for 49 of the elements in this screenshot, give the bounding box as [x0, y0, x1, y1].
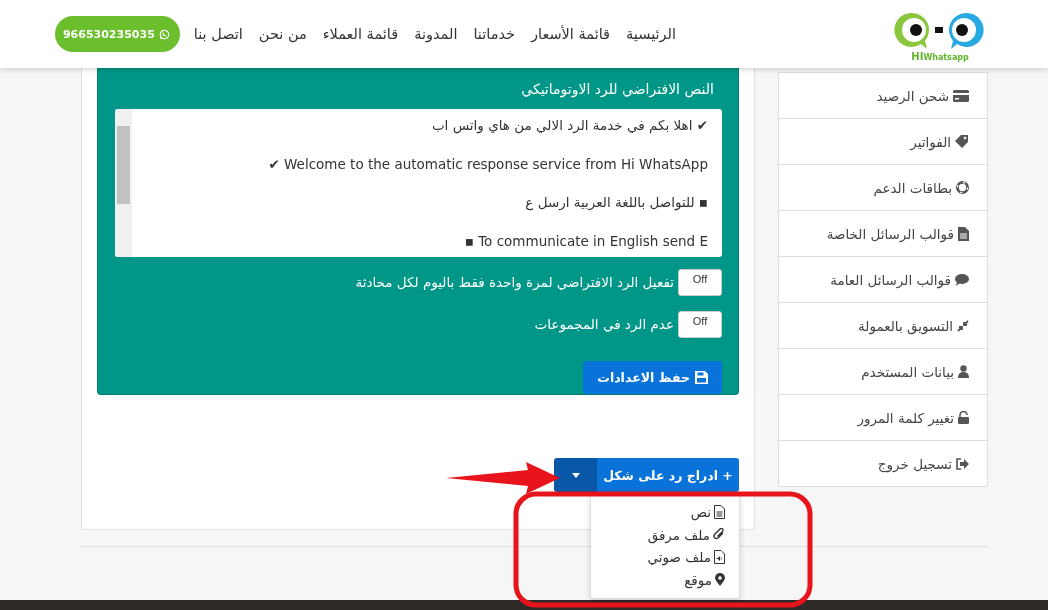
toggle-switch[interactable]: Off [678, 268, 722, 296]
insert-reply-button[interactable]: + ادراج رد على شكل [597, 458, 739, 492]
sidebar-item[interactable]: قوالب الرسائل الخاصة [778, 211, 988, 257]
paperclip-icon [713, 528, 725, 542]
nav-link[interactable]: الرئيسية [626, 26, 676, 42]
message-line: Welcome to the automatic response service from Hi WhatsApp ✔ [267, 154, 708, 174]
document-icon [714, 505, 725, 520]
menu-item[interactable]: موقع [591, 568, 739, 591]
nav-link[interactable]: خدماتنا [473, 26, 516, 42]
credit-card-icon [953, 89, 969, 102]
message-line: ▪ للتواصل باللغة العربية ارسل ع [524, 193, 708, 213]
user-icon [958, 365, 969, 378]
arrows-icon [957, 319, 969, 332]
nav-link[interactable]: المدونة [414, 26, 458, 42]
tag-icon [955, 135, 969, 148]
speech-bubble-icon [955, 273, 969, 286]
message-line: ✔ اهلا بكم في خدمة الرد الالي من هاي واتس اب [430, 116, 708, 136]
scrollbar[interactable] [115, 109, 132, 257]
sidebar-item[interactable]: بيانات المستخدم [778, 349, 988, 395]
sidebar-item[interactable]: شحن الرصيد [778, 72, 988, 119]
exit-icon [956, 457, 969, 470]
menu-item[interactable]: ملف مرفق [591, 523, 739, 546]
toggle-label: عدم الرد في المجموعات [534, 316, 674, 332]
sidebar-item[interactable]: تسجيل خروج [778, 441, 988, 487]
sidebar-item[interactable]: الفواتير [778, 119, 988, 165]
audio-file-icon [714, 550, 725, 565]
sidebar-item[interactable]: التسويق بالعمولة [778, 303, 988, 349]
panel-title: النص الافتراضي للرد الاوتوماتيكي [520, 79, 715, 100]
nav-link[interactable]: اتصل بنا [193, 26, 243, 42]
nav-link[interactable]: قائمة العملاء [322, 26, 399, 42]
document-icon [958, 226, 969, 241]
save-settings-button[interactable]: حفظ الاعدادات [583, 361, 722, 394]
menu-item[interactable]: ملف صوتي [591, 546, 739, 569]
location-pin-icon [715, 573, 725, 587]
sidebar-item[interactable]: بطاقات الدعم [778, 165, 988, 211]
message-line: To communicate in English send E ▪ [463, 231, 708, 251]
padlock-icon [958, 411, 969, 424]
sidebar-item[interactable]: تغيير كلمة المرور [778, 395, 988, 441]
caret-icon [571, 472, 580, 478]
toggle-label: تفعيل الرد الافتراضي لمرة واحدة فقط باليوم لكل محادثة [355, 274, 674, 290]
nav-link[interactable]: من نحن [258, 26, 307, 42]
nav-link[interactable]: قائمة الأسعار [531, 26, 611, 42]
menu-item[interactable]: نص [591, 501, 739, 524]
sidebar-item[interactable]: قوالب الرسائل العامة [778, 257, 988, 303]
toggle-switch[interactable]: Off [678, 310, 722, 338]
whatsapp-icon [158, 28, 170, 40]
logo-text: HIWhatsapp [911, 50, 969, 62]
dropdown-toggle-button[interactable] [554, 458, 597, 492]
lifebuoy-icon [956, 181, 969, 194]
